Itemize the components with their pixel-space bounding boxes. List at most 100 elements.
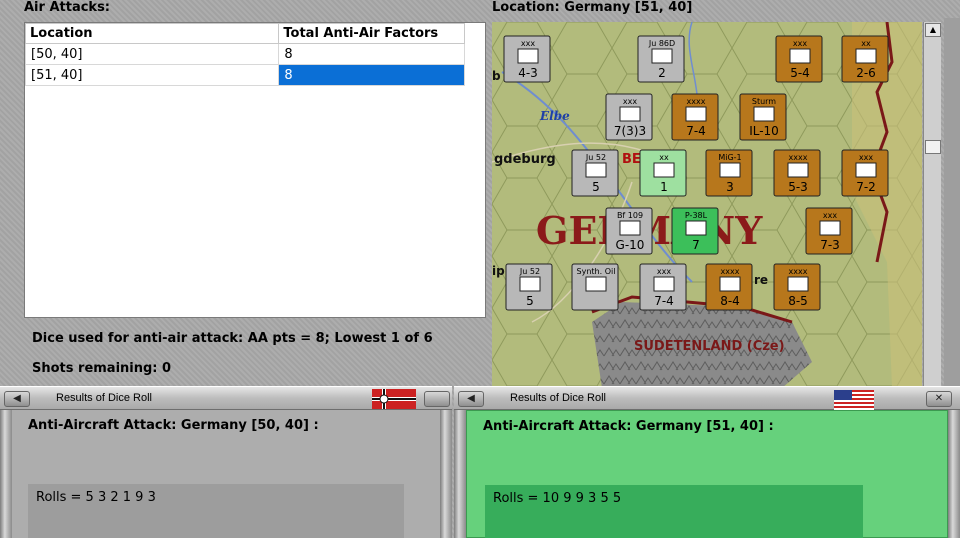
- shots-remaining-text: Shots remaining: 0: [32, 361, 172, 376]
- dice-results-window-germany[interactable]: ◀ Results of Dice Roll Anti-Aircraft Att…: [0, 386, 452, 538]
- german-war-flag-icon: [372, 389, 416, 409]
- column-header-location[interactable]: Location: [24, 23, 280, 44]
- unit-counter[interactable]: Synth. Oil: [571, 263, 619, 311]
- unit-symbol-icon: [585, 162, 607, 178]
- map-label-edge-ip: ip: [492, 264, 505, 278]
- map-label-river: Elbe: [539, 109, 570, 123]
- window-titlebar[interactable]: ◀ Results of Dice Roll: [0, 386, 452, 410]
- unit-type-label: xxx: [521, 39, 535, 48]
- unit-symbol-icon: [685, 220, 707, 236]
- dice-used-text: Dice used for anti-air attack: AA pts = …: [32, 331, 433, 346]
- unit-value-label: G-10: [616, 238, 645, 252]
- unit-symbol-icon: [619, 106, 641, 122]
- map-vertical-scrollbar[interactable]: ▲: [923, 22, 941, 388]
- unit-value-label: 5-4: [790, 66, 810, 80]
- cell-location[interactable]: [50, 40]: [24, 43, 280, 65]
- unit-symbol-icon: [517, 48, 539, 64]
- dice-results-body: Anti-Aircraft Attack: Germany [50, 40] :…: [12, 410, 440, 538]
- unit-counter[interactable]: xxx 7-2: [841, 149, 889, 197]
- unit-value-label: 7: [692, 238, 700, 252]
- unit-type-label: xxxx: [721, 267, 740, 276]
- window-button[interactable]: [424, 391, 450, 407]
- cell-aa-factors[interactable]: 8: [278, 64, 465, 86]
- unit-symbol-icon: [651, 48, 673, 64]
- unit-value-label: 7-4: [686, 124, 706, 138]
- unit-counter[interactable]: xxx 7-3: [805, 207, 853, 255]
- rolls-text: Rolls = 5 3 2 1 9 3: [28, 484, 404, 538]
- map-label-city-partial: BE: [622, 152, 641, 167]
- unit-type-label: MiG-1: [718, 153, 741, 162]
- unit-value-label: 1: [660, 180, 668, 194]
- unit-counter[interactable]: Ju 52 5: [505, 263, 553, 311]
- window-title: Results of Dice Roll: [510, 392, 606, 404]
- column-header-aa-factors[interactable]: Total Anti-Air Factors: [278, 23, 465, 44]
- map-location-title: Location: Germany [51, 40]: [492, 0, 693, 15]
- unit-type-label: Bf 109: [617, 211, 643, 220]
- window-titlebar[interactable]: ◀ Results of Dice Roll ✕: [454, 386, 960, 410]
- table-row-selected[interactable]: [51, 40] 8: [24, 64, 465, 86]
- unit-value-label: 5: [592, 180, 600, 194]
- unit-value-label: 4-3: [518, 66, 538, 80]
- cell-aa-factors[interactable]: 8: [278, 43, 465, 65]
- cell-location[interactable]: [51, 40]: [24, 64, 280, 86]
- unit-counter[interactable]: Ju 86D 2: [637, 35, 685, 83]
- unit-counter[interactable]: xxx 7-4: [639, 263, 687, 311]
- unit-value-label: IL-10: [749, 124, 779, 138]
- attack-title: Anti-Aircraft Attack: Germany [51, 40] :: [483, 419, 774, 434]
- unit-type-label: xx: [861, 39, 871, 48]
- attack-title: Anti-Aircraft Attack: Germany [50, 40] :: [28, 418, 319, 433]
- close-icon[interactable]: ✕: [926, 391, 952, 407]
- table-row[interactable]: [50, 40] 8: [24, 43, 465, 65]
- unit-counter[interactable]: MiG-1 3: [705, 149, 753, 197]
- unit-counter[interactable]: Sturm IL-10: [739, 93, 787, 141]
- window-title: Results of Dice Roll: [56, 392, 152, 404]
- unit-type-label: Ju 52: [585, 153, 606, 162]
- unit-counter[interactable]: Ju 52 5: [571, 149, 619, 197]
- unit-symbol-icon: [619, 220, 641, 236]
- window-frame-right: [944, 18, 960, 390]
- unit-counter[interactable]: xx 2-6: [841, 35, 889, 83]
- air-attacks-table[interactable]: Location Total Anti-Air Factors [50, 40]…: [24, 22, 486, 318]
- unit-type-label: xxx: [623, 97, 637, 106]
- unit-counter[interactable]: xxxx 7-4: [671, 93, 719, 141]
- unit-type-label: xxx: [657, 267, 671, 276]
- unit-counter[interactable]: P-38L 7: [671, 207, 719, 255]
- unit-symbol-icon: [685, 106, 707, 122]
- unit-symbol-icon: [519, 276, 541, 292]
- unit-type-label: xxxx: [789, 153, 808, 162]
- unit-value-label: 8-4: [720, 294, 740, 308]
- menu-icon[interactable]: ◀: [458, 391, 484, 407]
- unit-type-label: xxxx: [687, 97, 706, 106]
- unit-counter[interactable]: Bf 109 G-10: [605, 207, 653, 255]
- unit-symbol-icon: [719, 276, 741, 292]
- unit-counter[interactable]: xxxx 8-4: [705, 263, 753, 311]
- unit-type-label: Sturm: [752, 97, 776, 106]
- unit-value-label: 2: [658, 66, 666, 80]
- unit-type-label: Ju 86D: [648, 39, 675, 48]
- unit-symbol-icon: [653, 276, 675, 292]
- scroll-thumb[interactable]: [925, 140, 941, 154]
- unit-value-label: 7-3: [820, 238, 840, 252]
- unit-counter[interactable]: xxx 4-3: [503, 35, 551, 83]
- map-label-edge-re: re: [754, 273, 768, 287]
- unit-counter[interactable]: xx 1: [639, 149, 687, 197]
- rolls-text: Rolls = 10 9 9 3 5 5: [485, 485, 863, 538]
- unit-counter[interactable]: xxxx 8-5: [773, 263, 821, 311]
- scroll-up-icon[interactable]: ▲: [925, 23, 941, 37]
- unit-value-label: 7(3)3: [614, 124, 646, 138]
- unit-type-label: xx: [659, 153, 669, 162]
- unit-symbol-icon: [585, 276, 607, 292]
- unit-counter[interactable]: xxx 5-4: [775, 35, 823, 83]
- unit-value-label: 8-5: [788, 294, 808, 308]
- unit-value-label: 2-6: [856, 66, 876, 80]
- hex-map[interactable]: GERMANY SUDETENLAND (Cze) Elbe gdeburg B…: [492, 22, 922, 388]
- unit-counter[interactable]: xxx 7(3)3: [605, 93, 653, 141]
- dice-results-window-usa[interactable]: ◀ Results of Dice Roll ✕ Anti-Aircraft A…: [454, 386, 960, 538]
- map-label-region: SUDETENLAND (Cze): [634, 339, 785, 354]
- menu-icon[interactable]: ◀: [4, 391, 30, 407]
- unit-type-label: Synth. Oil: [577, 267, 616, 276]
- unit-counter[interactable]: xxxx 5-3: [773, 149, 821, 197]
- us-flag-icon: [834, 390, 874, 410]
- unit-value-label: 7-2: [856, 180, 876, 194]
- unit-symbol-icon: [789, 48, 811, 64]
